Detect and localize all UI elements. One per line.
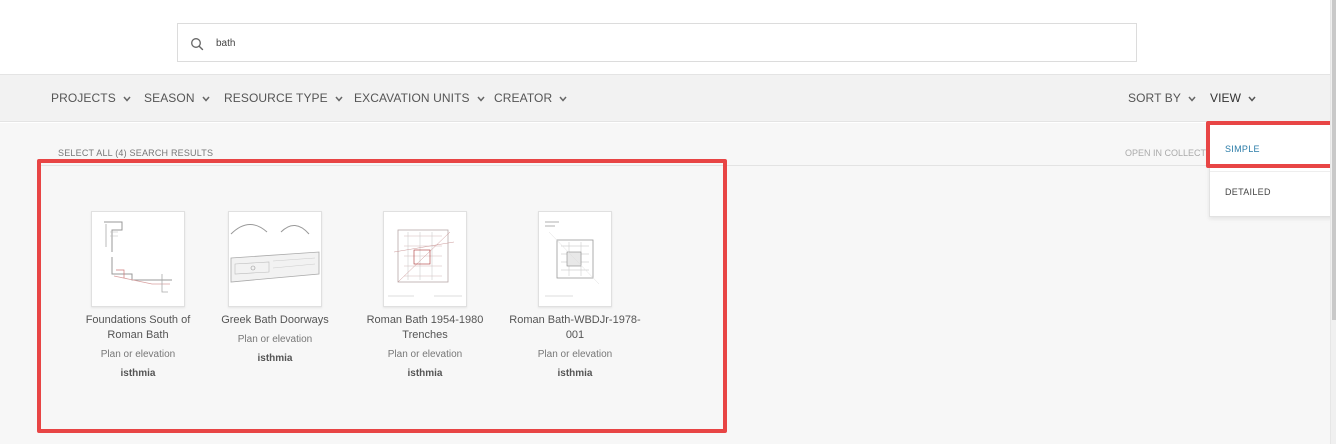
dropdown-divider (1210, 171, 1333, 172)
filter-bar: PROJECTS SEASON RESOURCE TYPE EXCAVATION… (0, 74, 1330, 122)
search-area (0, 0, 1336, 74)
chevron-down-icon (1188, 96, 1196, 102)
chevron-down-icon (1248, 96, 1256, 102)
view-option-simple[interactable]: SIMPLE (1225, 144, 1260, 154)
filter-creator[interactable]: CREATOR (494, 91, 567, 105)
drawing-thumbnail-icon (92, 212, 184, 306)
filter-excavation-units[interactable]: EXCAVATION UNITS (354, 91, 485, 105)
sort-by-label: SORT BY (1128, 91, 1181, 105)
chevron-down-icon (123, 96, 131, 102)
search-icon[interactable] (190, 37, 204, 51)
result-title[interactable]: Roman Bath 1954-1980 Trenches (350, 313, 500, 343)
result-card[interactable]: Roman Bath-WBDJr-1978-001 Plan or elevat… (500, 211, 650, 379)
drawing-thumbnail-icon (384, 212, 466, 306)
result-card[interactable]: Greek Bath Doorways Plan or elevation is… (200, 211, 350, 364)
filter-resource-type[interactable]: RESOURCE TYPE (224, 91, 343, 105)
chevron-down-icon (477, 96, 485, 102)
filter-projects[interactable]: PROJECTS (51, 91, 131, 105)
drawing-thumbnail-icon (539, 212, 611, 306)
divider (40, 165, 1210, 166)
search-box[interactable] (177, 23, 1137, 62)
result-title[interactable]: Roman Bath-WBDJr-1978-001 (500, 313, 650, 343)
scrollbar[interactable] (1330, 0, 1336, 444)
view-label: VIEW (1210, 91, 1242, 105)
result-type: Plan or elevation (387, 349, 463, 360)
result-title[interactable]: Foundations South of Roman Bath (63, 313, 213, 343)
select-all-link[interactable]: SELECT ALL (4) SEARCH RESULTS (58, 148, 213, 158)
open-in-collection-link[interactable]: OPEN IN COLLECTION (1125, 148, 1209, 158)
filter-excavation-units-label: EXCAVATION UNITS (354, 91, 470, 105)
result-card[interactable]: Roman Bath 1954-1980 Trenches Plan or el… (350, 211, 500, 379)
filter-creator-label: CREATOR (494, 91, 553, 105)
filter-projects-label: PROJECTS (51, 91, 116, 105)
sort-by-button[interactable]: SORT BY (1128, 91, 1196, 105)
drawing-thumbnail-icon (229, 212, 321, 306)
result-project: isthmia (257, 353, 293, 364)
result-type: Plan or elevation (100, 349, 176, 360)
scrollbar-thumb[interactable] (1332, 0, 1336, 320)
chevron-down-icon (202, 96, 210, 102)
result-project: isthmia (407, 368, 443, 379)
result-thumbnail[interactable] (228, 211, 322, 307)
result-project: isthmia (120, 368, 156, 379)
view-option-detailed[interactable]: DETAILED (1225, 187, 1271, 197)
result-type: Plan or elevation (237, 334, 313, 345)
filter-season-label: SEASON (144, 91, 195, 105)
result-project: isthmia (557, 368, 593, 379)
search-input[interactable] (216, 34, 1096, 52)
results-area: SELECT ALL (4) SEARCH RESULTS OPEN IN CO… (0, 123, 1330, 444)
view-button[interactable]: VIEW (1210, 91, 1256, 105)
result-thumbnail[interactable] (538, 211, 612, 307)
filter-season[interactable]: SEASON (144, 91, 210, 105)
filter-resource-type-label: RESOURCE TYPE (224, 91, 328, 105)
result-thumbnail[interactable] (91, 211, 185, 307)
result-title[interactable]: Greek Bath Doorways (200, 313, 350, 328)
view-dropdown-menu: SIMPLE DETAILED (1209, 124, 1334, 217)
chevron-down-icon (335, 96, 343, 102)
result-card[interactable]: Foundations South of Roman Bath Plan or … (63, 211, 213, 379)
chevron-down-icon (559, 96, 567, 102)
result-type: Plan or elevation (537, 349, 613, 360)
result-thumbnail[interactable] (383, 211, 467, 307)
